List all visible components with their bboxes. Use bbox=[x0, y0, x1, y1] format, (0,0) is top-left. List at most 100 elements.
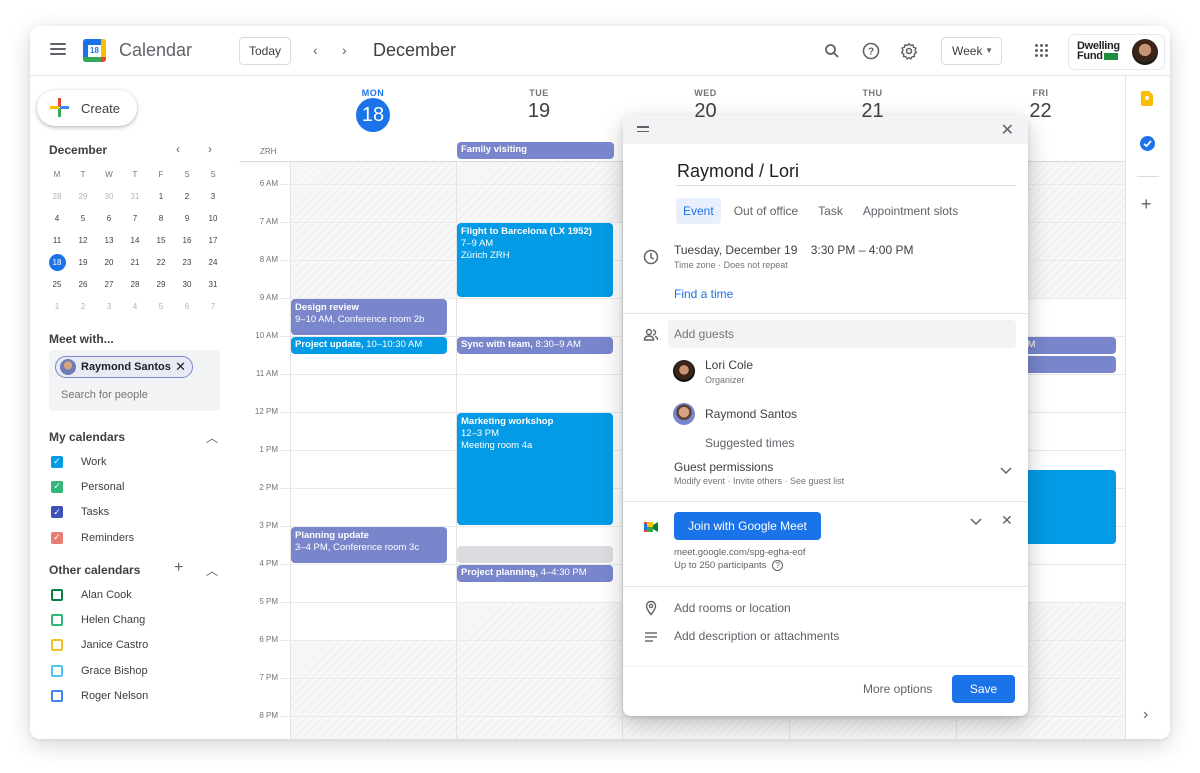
help-icon[interactable]: ? bbox=[772, 560, 784, 571]
calendar-checkbox[interactable]: ✓ bbox=[51, 506, 63, 519]
mini-calendar-day[interactable]: 8 bbox=[148, 208, 174, 230]
day-header-thu[interactable]: THU 21 bbox=[789, 88, 956, 123]
account-switcher[interactable]: Dwelling Fund bbox=[1068, 34, 1165, 70]
collapse-other-calendars-icon[interactable]: ︿ bbox=[206, 562, 218, 579]
guest-permissions-title[interactable]: Guest permissions bbox=[674, 460, 773, 474]
mini-calendar-day[interactable]: 10 bbox=[200, 208, 226, 230]
mini-calendar-day[interactable]: 3 bbox=[200, 186, 226, 208]
mini-calendar-day[interactable]: 2 bbox=[70, 296, 96, 318]
mini-calendar-day[interactable]: 13 bbox=[96, 230, 122, 252]
add-description-field[interactable]: Add description or attachments bbox=[674, 629, 839, 643]
day-number[interactable]: 22 bbox=[956, 100, 1125, 123]
previous-week-button[interactable]: ‹ bbox=[313, 42, 318, 58]
mini-calendar-day[interactable]: 1 bbox=[148, 186, 174, 208]
more-options-button[interactable]: More options bbox=[857, 676, 938, 702]
mini-calendar-day[interactable]: 24 bbox=[200, 252, 226, 274]
day-header-wed[interactable]: WED 20 bbox=[622, 88, 789, 123]
main-menu-icon[interactable] bbox=[50, 43, 66, 55]
calendar-checkbox[interactable] bbox=[51, 639, 63, 652]
mini-calendar-day[interactable]: 6 bbox=[174, 296, 200, 318]
calendar-checkbox[interactable] bbox=[51, 689, 63, 702]
close-dialog-icon[interactable]: ✕ bbox=[1001, 120, 1014, 140]
calendar-item[interactable]: Janice Castro bbox=[51, 633, 231, 658]
mini-calendar-day[interactable]: 15 bbox=[148, 230, 174, 252]
mini-calendar-day[interactable]: 14 bbox=[122, 230, 148, 252]
calendar-item[interactable]: ✓ Work bbox=[51, 449, 231, 474]
mini-calendar-day[interactable]: 9 bbox=[174, 208, 200, 230]
calendar-event[interactable]: Marketing workshop 12–3 PM Meeting room 4a bbox=[457, 413, 613, 525]
search-button[interactable] bbox=[821, 40, 843, 62]
mini-calendar-day[interactable]: 30 bbox=[174, 274, 200, 296]
tab-event[interactable]: Event bbox=[676, 198, 721, 224]
calendar-item[interactable]: Grace Bishop bbox=[51, 658, 231, 683]
find-a-time-link[interactable]: Find a time bbox=[674, 287, 733, 301]
calendar-event[interactable]: Flight to Barcelona (LX 1952) 7–9 AM Züric… bbox=[457, 223, 613, 297]
calendar-checkbox[interactable] bbox=[51, 588, 63, 601]
mini-calendar-next[interactable]: › bbox=[208, 142, 212, 156]
all-day-event[interactable]: Family visiting bbox=[457, 142, 614, 159]
mini-calendar-day[interactable]: 3 bbox=[96, 296, 122, 318]
calendar-event[interactable]: Project update, 10–10:30 AM bbox=[291, 337, 447, 354]
calendar-checkbox[interactable] bbox=[51, 613, 63, 626]
mini-calendar-day[interactable]: 5 bbox=[70, 208, 96, 230]
calendar-event[interactable]: Design review 9–10 AM, Conference room 2b bbox=[291, 299, 447, 335]
calendar-item[interactable]: Helen Chang bbox=[51, 607, 231, 632]
calendar-event[interactable]: Sync with team, 8:30–9 AM bbox=[457, 337, 613, 354]
suggested-times-link[interactable]: Suggested times bbox=[705, 436, 794, 450]
mini-calendar-day[interactable]: 17 bbox=[200, 230, 226, 252]
save-button[interactable]: Save bbox=[952, 675, 1015, 703]
help-button[interactable]: ? bbox=[860, 40, 882, 62]
create-button[interactable]: Create bbox=[37, 90, 137, 126]
search-people-input[interactable] bbox=[61, 389, 211, 401]
mini-calendar-day[interactable]: 22 bbox=[148, 252, 174, 274]
calendar-item[interactable]: ✓ Personal bbox=[51, 474, 231, 499]
mini-calendar-day[interactable]: 28 bbox=[44, 186, 70, 208]
event-datetime[interactable]: Tuesday, December 19 3:30 PM – 4:00 PM bbox=[674, 243, 913, 257]
chevron-down-icon[interactable] bbox=[1000, 467, 1012, 475]
mini-calendar-day[interactable]: 30 bbox=[96, 186, 122, 208]
drag-handle-icon[interactable] bbox=[637, 126, 649, 135]
mini-calendar-day[interactable]: 29 bbox=[70, 186, 96, 208]
day-header-fri[interactable]: FRI 22 bbox=[956, 88, 1125, 123]
join-google-meet-button[interactable]: Join with Google Meet bbox=[674, 512, 821, 540]
mini-calendar-day[interactable]: 31 bbox=[200, 274, 226, 296]
calendar-checkbox[interactable] bbox=[51, 664, 63, 677]
calendar-checkbox[interactable]: ✓ bbox=[51, 480, 63, 493]
tab-appointment-slots[interactable]: Appointment slots bbox=[856, 198, 965, 224]
event-title-input[interactable] bbox=[676, 158, 1016, 186]
mini-calendar-day[interactable]: 20 bbox=[96, 252, 122, 274]
mini-calendar-day[interactable]: 7 bbox=[122, 208, 148, 230]
meet-link[interactable]: meet.google.com/spg-egha-eof bbox=[674, 547, 806, 558]
mini-calendar-day[interactable]: 25 bbox=[44, 274, 70, 296]
tasks-icon[interactable] bbox=[1140, 136, 1155, 151]
keep-icon[interactable] bbox=[1141, 91, 1153, 106]
calendar-event[interactable] bbox=[457, 546, 613, 563]
day-number[interactable]: 18 bbox=[356, 98, 390, 132]
mini-calendar-day[interactable]: 4 bbox=[44, 208, 70, 230]
mini-calendar-day[interactable]: 1 bbox=[44, 296, 70, 318]
view-selector[interactable]: Week ▼ bbox=[941, 37, 1002, 65]
event-datetime-sub[interactable]: Time zone · Does not repeat bbox=[674, 260, 788, 270]
mini-calendar-day[interactable]: 5 bbox=[148, 296, 174, 318]
calendar-item[interactable]: Alan Cook bbox=[51, 582, 231, 607]
day-number[interactable]: 19 bbox=[456, 100, 622, 123]
day-number[interactable]: 20 bbox=[622, 100, 789, 123]
calendar-item[interactable]: Roger Nelson bbox=[51, 683, 231, 708]
mini-calendar-day[interactable]: 28 bbox=[122, 274, 148, 296]
mini-calendar-day[interactable]: 21 bbox=[122, 252, 148, 274]
mini-calendar-day[interactable]: 11 bbox=[44, 230, 70, 252]
user-avatar[interactable] bbox=[1132, 39, 1158, 65]
mini-calendar-day[interactable]: 12 bbox=[70, 230, 96, 252]
remove-person-icon[interactable]: ✕ bbox=[175, 359, 186, 375]
calendar-item[interactable]: ✓ Reminders bbox=[51, 525, 231, 550]
today-button[interactable]: Today bbox=[239, 37, 291, 65]
person-chip[interactable]: Raymond Santos ✕ bbox=[55, 356, 193, 378]
day-header-mon[interactable]: MON 18 bbox=[290, 88, 456, 132]
mini-calendar-day[interactable]: 27 bbox=[96, 274, 122, 296]
add-guests-input[interactable] bbox=[668, 320, 1016, 348]
expand-panel-icon[interactable]: › bbox=[1143, 706, 1148, 724]
calendar-event[interactable]: Project planning, 4–4:30 PM bbox=[457, 565, 613, 582]
mini-calendar-day[interactable]: 19 bbox=[70, 252, 96, 274]
mini-calendar-day[interactable]: 6 bbox=[96, 208, 122, 230]
mini-calendar-day[interactable]: 2 bbox=[174, 186, 200, 208]
